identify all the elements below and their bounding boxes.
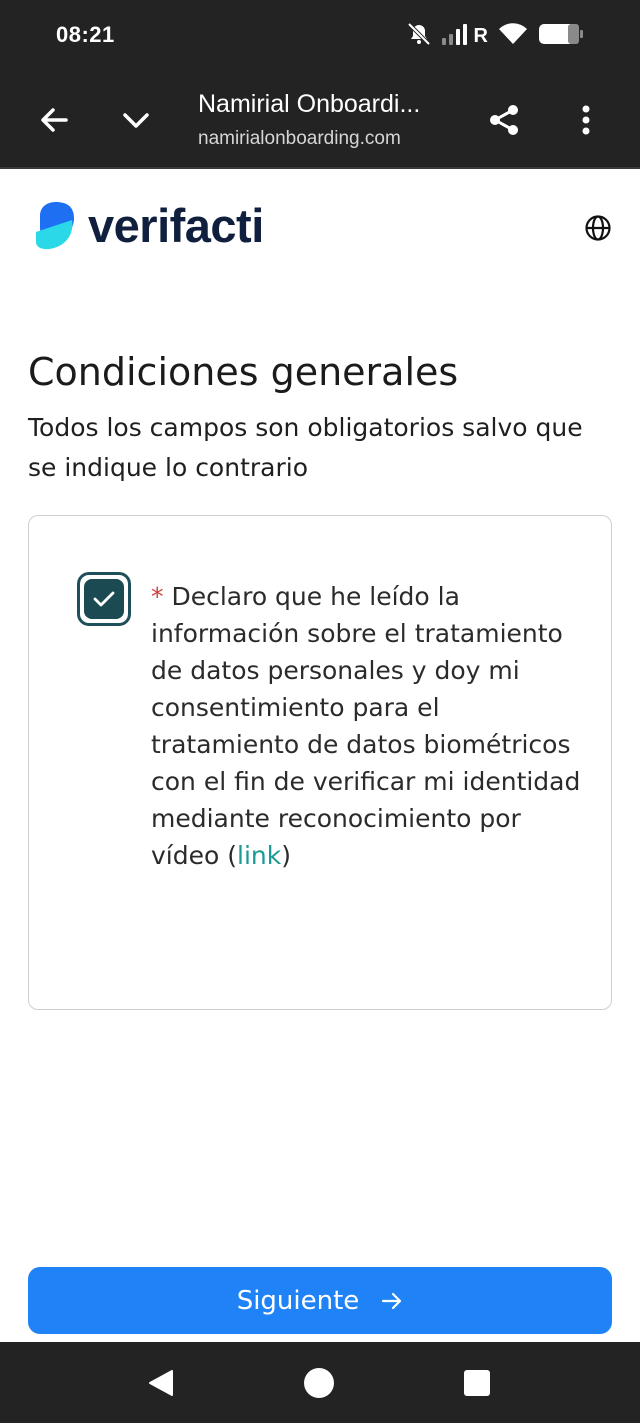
required-asterisk: * bbox=[151, 582, 164, 611]
more-options-button[interactable] bbox=[564, 98, 608, 142]
mute-icon bbox=[406, 22, 432, 50]
status-time: 08:21 bbox=[56, 22, 115, 47]
consent-checkbox[interactable] bbox=[77, 572, 131, 626]
brand-logo: verifacti bbox=[34, 198, 264, 254]
wifi-icon bbox=[498, 22, 528, 50]
page-tab-title[interactable]: Namirial Onboardi... bbox=[198, 90, 468, 119]
back-button[interactable] bbox=[32, 98, 76, 142]
system-home-button[interactable] bbox=[302, 1366, 336, 1400]
verifacti-logo-icon bbox=[36, 202, 74, 250]
back-triangle-icon bbox=[149, 1370, 173, 1396]
globe-icon bbox=[585, 215, 611, 241]
consent-text: Declaro que he leído la información sobr… bbox=[151, 582, 581, 870]
browser-toolbar: Namirial Onboardi... namirialonboarding.… bbox=[0, 72, 640, 168]
chevron-down-icon bbox=[123, 113, 149, 128]
page-subtitle: Todos los campos son obligatorios salvo … bbox=[28, 413, 583, 482]
share-button[interactable] bbox=[482, 98, 526, 142]
next-button-label: Siguiente bbox=[236, 1285, 360, 1316]
system-nav-bar bbox=[0, 1342, 640, 1423]
home-circle-icon bbox=[304, 1368, 334, 1398]
back-arrow-icon bbox=[41, 108, 68, 132]
system-recents-button[interactable] bbox=[460, 1366, 494, 1400]
brand-name: verifacti bbox=[88, 199, 264, 252]
status-icons: R bbox=[406, 22, 584, 50]
recents-square-icon bbox=[464, 1370, 490, 1396]
language-button[interactable] bbox=[584, 214, 612, 242]
battery-icon bbox=[538, 22, 584, 50]
checkmark-icon bbox=[93, 591, 115, 607]
consent-label[interactable]: * Declaro que he leído la información so… bbox=[151, 578, 581, 874]
url-text[interactable]: namirialonboarding.com bbox=[198, 128, 438, 150]
share-icon bbox=[490, 105, 518, 135]
more-vert-icon bbox=[582, 105, 590, 135]
next-button[interactable]: Siguiente bbox=[28, 1267, 612, 1334]
page-title: Condiciones generales bbox=[28, 350, 459, 394]
checkbox-fill bbox=[84, 579, 124, 619]
toolbar-divider bbox=[0, 167, 640, 169]
consent-text-end: ) bbox=[281, 841, 291, 870]
system-back-button[interactable] bbox=[144, 1366, 178, 1400]
arrow-right-icon bbox=[381, 1291, 403, 1311]
consent-card: * Declaro que he leído la información so… bbox=[28, 515, 612, 1010]
tabs-dropdown-button[interactable] bbox=[114, 98, 158, 142]
signal-icon bbox=[441, 23, 472, 49]
network-label: R bbox=[473, 24, 488, 47]
status-bar: 08:21 R bbox=[0, 0, 640, 72]
privacy-policy-link[interactable]: link bbox=[237, 841, 281, 870]
